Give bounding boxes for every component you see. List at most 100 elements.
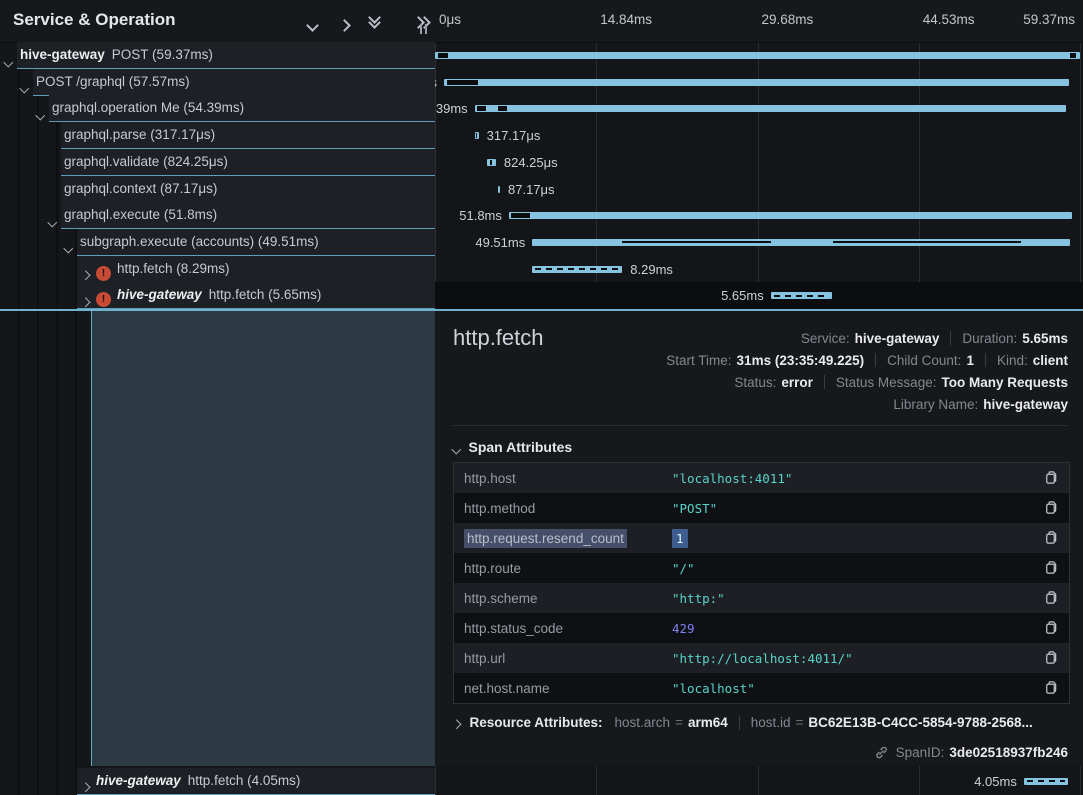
- tree-row-selected[interactable]: !hive-gatewayhttp.fetch (5.65ms): [0, 282, 435, 309]
- tree-row[interactable]: graphql.context (87.17μs): [0, 176, 435, 203]
- attribute-row: net.host.name"localhost": [454, 673, 1069, 703]
- span-bar[interactable]: [532, 266, 622, 273]
- meta-value: error: [781, 375, 813, 390]
- bottom-span-tree-cell[interactable]: hive-gatewayhttp.fetch (4.05ms): [0, 768, 435, 795]
- span-bar[interactable]: [435, 52, 1080, 59]
- tree-row[interactable]: graphql.execute (51.8ms): [0, 202, 435, 229]
- tree-row[interactable]: graphql.operation Me (54.39ms): [0, 95, 435, 122]
- attribute-value: "/": [672, 561, 1031, 576]
- indent-guide: [75, 768, 77, 795]
- span-bar[interactable]: [509, 212, 1072, 219]
- copy-icon[interactable]: [1031, 589, 1069, 607]
- collapse-one-icon[interactable]: [308, 17, 317, 35]
- timeline-row: 824.25μs: [435, 149, 1083, 176]
- bar-self-time-mark: [490, 160, 493, 165]
- chevron-down-icon[interactable]: [5, 52, 12, 70]
- meta-label: Child Count:: [887, 353, 961, 368]
- span-bar[interactable]: [487, 159, 496, 166]
- span-attributes-header[interactable]: Span Attributes: [453, 439, 572, 455]
- copy-icon[interactable]: [1031, 529, 1069, 547]
- attribute-row: http.scheme"http:": [454, 583, 1069, 613]
- chevron-right-icon[interactable]: [82, 292, 89, 310]
- meta-value: 31ms (23:35:49.225): [737, 353, 865, 368]
- copy-icon[interactable]: [1031, 619, 1069, 637]
- meta-separator: [950, 331, 951, 345]
- bar-self-time-mark: [476, 133, 477, 138]
- tree-row[interactable]: graphql.parse (317.17μs): [0, 122, 435, 149]
- span-row-label: graphql.parse (317.17μs): [64, 127, 215, 142]
- bar-self-time-mark: [447, 80, 478, 85]
- service-name: hive-gateway: [117, 287, 202, 302]
- spanid-value: 3de02518937fb246: [949, 745, 1068, 760]
- meta-label: Service:: [801, 331, 850, 346]
- tree-row[interactable]: graphql.validate (824.25μs): [0, 149, 435, 176]
- chevron-right-icon: [453, 715, 460, 730]
- meta-label: Library Name:: [893, 397, 978, 412]
- chevron-down-icon[interactable]: [37, 105, 44, 123]
- selected-row-underline: [0, 309, 1083, 311]
- meta-label: Start Time:: [666, 353, 731, 368]
- span-row-label: hive-gatewayhttp.fetch (4.05ms): [96, 773, 300, 788]
- meta-separator: [875, 353, 876, 367]
- tree-row[interactable]: subgraph.execute (accounts) (49.51ms): [0, 229, 435, 256]
- copy-icon[interactable]: [1031, 499, 1069, 517]
- timeline-row: 8.29ms: [435, 256, 1083, 283]
- meta-label: Status Message:: [836, 375, 937, 390]
- attribute-value: 1: [672, 531, 1031, 546]
- meta-value: Too Many Requests: [941, 375, 1068, 390]
- tree-panel-header: Service & Operation: [0, 0, 435, 43]
- tree-row[interactable]: hive-gatewayhttp.fetch (4.05ms): [0, 768, 435, 795]
- bar-duration-label: 51.8ms: [459, 208, 502, 223]
- span-row-label: graphql.context (87.17μs): [64, 181, 217, 196]
- resource-attributes-label: Resource Attributes:: [470, 715, 603, 730]
- attribute-key: http.scheme: [454, 591, 672, 606]
- expand-one-icon[interactable]: [340, 17, 349, 35]
- timeline-row: 49.51ms: [435, 229, 1083, 256]
- link-icon[interactable]: [874, 745, 889, 760]
- span-bar[interactable]: [1024, 778, 1068, 785]
- span-row-label: hive-gatewayPOST (59.37ms): [20, 47, 213, 62]
- chevron-down-icon[interactable]: [49, 212, 56, 230]
- bar-duration-label: 4.05ms: [974, 774, 1017, 789]
- tree-row[interactable]: POST /graphql (57.57ms): [0, 69, 435, 96]
- error-icon: !: [96, 266, 111, 281]
- selected-span-expanded-region: [91, 311, 436, 766]
- copy-icon[interactable]: [1031, 679, 1069, 697]
- span-bar[interactable]: [444, 79, 1069, 86]
- chevron-right-icon[interactable]: [82, 266, 89, 284]
- resource-attributes-row[interactable]: Resource Attributes: host.arch=arm64host…: [453, 715, 1033, 730]
- bar-duration-label: 8.29ms: [630, 262, 673, 277]
- chevron-right-icon[interactable]: [82, 778, 89, 795]
- tree-row[interactable]: hive-gatewayPOST (59.37ms): [0, 42, 435, 69]
- chevron-down-icon[interactable]: [21, 79, 28, 97]
- span-meta-line: Start Time: 31ms (23:35:49.225) Child Coun…: [666, 349, 1068, 371]
- copy-icon[interactable]: [1031, 469, 1069, 487]
- panel-resize-handle[interactable]: [420, 24, 428, 34]
- meta-label: Status:: [734, 375, 776, 390]
- copy-icon[interactable]: [1031, 649, 1069, 667]
- span-bar[interactable]: [771, 292, 832, 299]
- span-attributes-label: Span Attributes: [469, 439, 573, 455]
- span-bar[interactable]: [475, 105, 1066, 112]
- chevron-down-icon[interactable]: [65, 239, 72, 257]
- meta-label: Duration:: [962, 331, 1017, 346]
- bottom-span-row: hive-gatewayhttp.fetch (4.05ms) 4.05ms: [0, 768, 1083, 795]
- ruler-tick-label: 0μs: [439, 12, 461, 27]
- tree-row[interactable]: !http.fetch (8.29ms): [0, 256, 435, 283]
- ruler-tick-label: 59.37ms: [1023, 12, 1075, 27]
- bar-self-time-mark: [498, 106, 507, 111]
- collapse-all-icon[interactable]: [368, 13, 380, 27]
- span-bar[interactable]: [498, 186, 500, 193]
- span-tree-panel: Service & Operation hive-gatewayPOST (59…: [0, 0, 435, 795]
- bar-self-time-mark: [477, 106, 486, 111]
- attribute-key: http.url: [454, 651, 672, 666]
- span-bar[interactable]: [475, 132, 478, 139]
- span-attributes-table: http.host"localhost:4011"http.method"POS…: [453, 462, 1070, 704]
- timeline-row: 87.17μs: [435, 176, 1083, 203]
- span-bar[interactable]: [532, 239, 1070, 246]
- bar-duration-label: 87.17μs: [508, 182, 555, 197]
- resource-key: host.arch: [615, 715, 671, 730]
- copy-icon[interactable]: [1031, 559, 1069, 577]
- ruler-tick-label: 29.68ms: [762, 12, 814, 27]
- meta-separator: [824, 375, 825, 389]
